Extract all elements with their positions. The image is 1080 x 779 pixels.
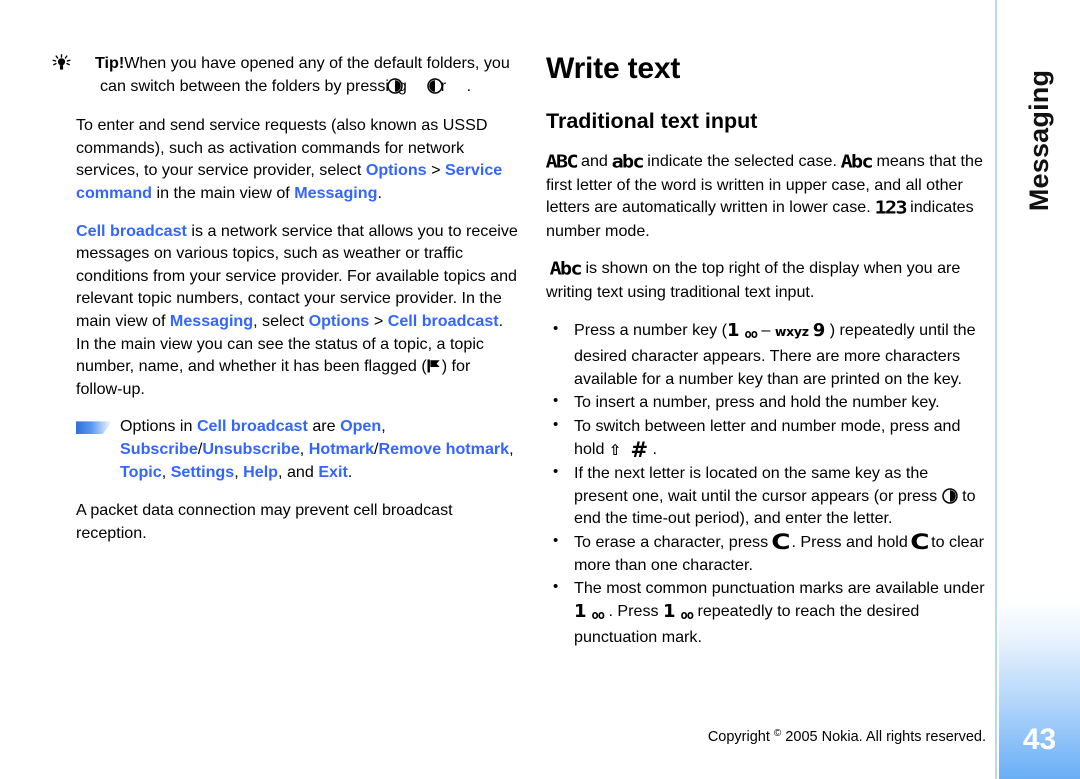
case-text-1: and [576,152,613,170]
nav-right-icon [387,77,427,94]
indicator-number-mode: 123 [874,197,908,219]
key-9-wxyz: wxyz 9 [774,319,826,341]
indicator-abc-mixedcase-2: Abc [550,258,583,280]
b6-text-2: . Press [603,601,664,620]
list-item-switch-mode: To switch between letter and number mode… [546,414,986,462]
b1-text-2: – [756,320,775,339]
paragraph-service-request: To enter and send service requests (also… [76,114,520,204]
list-item-next-letter-same-key: If the next letter is located on the sam… [546,461,986,530]
hash-key-icon: # [630,437,649,462]
b3-text-2: . [648,439,657,458]
chapter-tab-label: Messaging [999,40,1080,240]
paragraph-case-indicators: ABC and abc indicate the selected case. … [546,150,986,242]
note-text-9: , [234,462,244,481]
link-cell-broadcast-1[interactable]: Cell broadcast [76,222,187,240]
link-remove-hotmark[interactable]: Remove hotmark [379,440,510,458]
list-item-punctuation: The most common punctuation marks are av… [546,576,986,649]
manual-page: Tip!When you have opened any of the defa… [0,0,1080,779]
note-text-10: , and [278,462,319,481]
page-number: 43 [1022,723,1057,756]
key-1-voicemail-3: 1 oo [663,600,694,622]
ussd-text-2: > [426,161,445,180]
key-1-voicemail-2: 1 oo [574,600,605,622]
link-messaging[interactable]: Messaging [294,184,377,202]
note-text-3: , [381,417,386,436]
nav-left-icon [426,77,467,94]
right-column: Write text Traditional text input ABC an… [546,52,986,650]
note-text-2: are [307,417,341,436]
link-exit[interactable]: Exit [318,463,348,481]
b5-text-2: . Press and hold [787,532,913,551]
left-column: Tip!When you have opened any of the defa… [52,52,520,544]
paragraph-packet-data: A packet data connection may prevent cel… [76,501,453,542]
copyright-pre: Copyright [707,729,774,745]
note-text-1: Options in [120,417,197,436]
clear-key-icon-2: C [910,529,929,554]
indicator-abc-mixedcase: Abc [841,151,874,173]
chapter-name: Messaging [1024,69,1054,211]
link-open[interactable]: Open [340,417,381,435]
link-cell-broadcast-2[interactable]: Cell broadcast [388,312,499,330]
ussd-text-4: . [377,183,382,202]
tip-label: Tip! [95,54,125,72]
list-item-insert-number: To insert a number, press and hold the n… [546,390,986,414]
note-text-7: , [509,439,514,458]
lightbulb-icon [52,54,95,71]
link-options-2[interactable]: Options [309,312,370,330]
note-text-8: , [161,462,171,481]
ussd-text-3: in the main view of [152,183,295,202]
footer-copyright: Copyright © 2005 Nokia. All rights reser… [546,728,986,745]
link-unsubscribe[interactable]: Unsubscribe [202,440,299,458]
tip-block: Tip!When you have opened any of the defa… [52,52,520,97]
case-text-2: indicate the selected case. [642,152,842,170]
section-heading: Traditional text input [546,109,758,133]
note-text-11: . [347,462,353,481]
wedge-marker-icon [76,421,112,435]
link-options[interactable]: Options [366,161,427,179]
key-1-voicemail: 1 oo [726,319,758,341]
indicator-abc-uppercase: ABC [545,151,579,173]
column-divider [995,0,997,779]
b5-text-1: To erase a character, press [574,532,773,551]
link-cell-broadcast-3[interactable]: Cell broadcast [197,417,308,435]
nav-right-icon [941,487,958,504]
indicator-abc-lowercase: abc [611,151,645,173]
abc-display-text: is shown on the top right of the display… [546,259,961,301]
page-title: Write text [546,52,681,85]
link-hotmark[interactable]: Hotmark [309,440,374,458]
clear-key-icon-1: C [770,529,790,554]
link-help[interactable]: Help [243,463,278,481]
b6-text-1: The most common punctuation marks are av… [574,579,985,598]
note-cell-broadcast-options: Options in Cell broadcast are Open, Subs… [76,415,520,483]
note-text-5: , [299,439,309,458]
link-subscribe[interactable]: Subscribe [120,440,198,458]
link-settings[interactable]: Settings [171,463,235,481]
link-topic[interactable]: Topic [120,463,162,481]
flag-icon [427,357,442,373]
instruction-list: Press a number key (1oo – wxyz9 ) repeat… [546,318,986,649]
paragraph-cell-broadcast: Cell broadcast is a network service that… [76,220,520,401]
shift-key-icon: ⇧ [608,440,622,459]
cb-text-2: , select [253,311,309,330]
b1-text-1: Press a number key ( [574,320,727,339]
b4-text-1: If the next letter is located on the sam… [574,464,942,505]
list-item-press-number-key: Press a number key (1oo – wxyz9 ) repeat… [546,318,986,391]
tip-text-c: . [466,76,472,95]
paragraph-abc-display: Abc is shown on the top right of the dis… [546,257,986,303]
cb-text-3: > [369,311,388,330]
copyright-post: 2005 Nokia. All rights reserved. [781,729,986,745]
link-messaging-2[interactable]: Messaging [170,312,253,330]
list-item-erase-character: To erase a character, press C . Press an… [546,529,986,576]
